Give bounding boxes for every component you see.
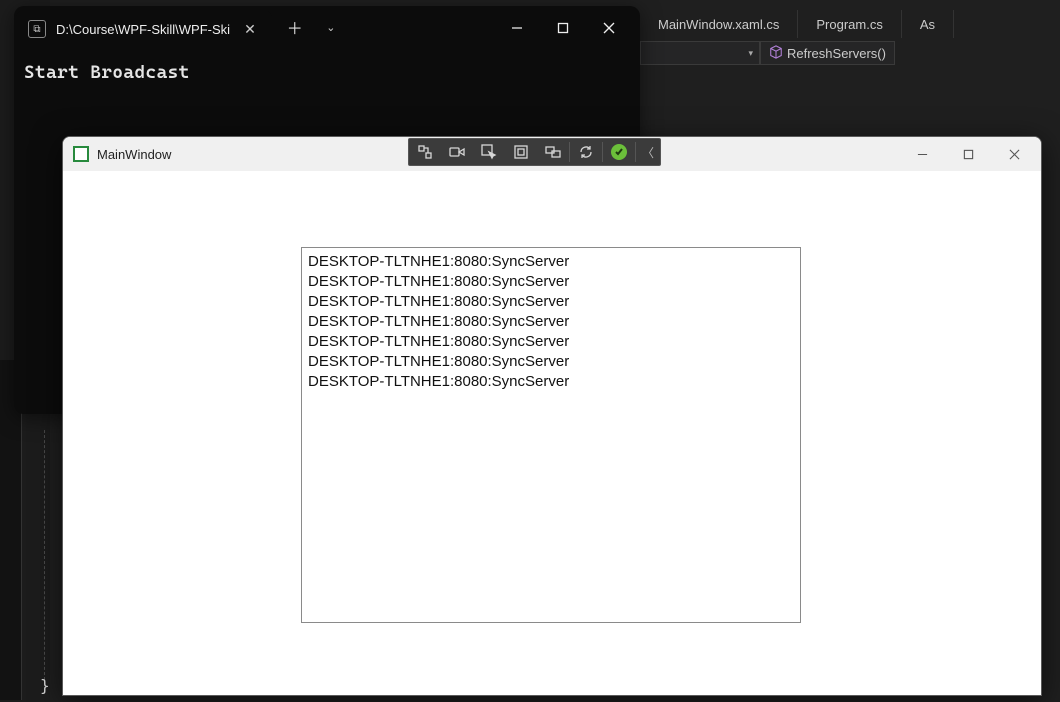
console-minimize-button[interactable] (494, 12, 540, 44)
recorder-button[interactable] (441, 139, 473, 165)
console-maximize-button[interactable] (540, 12, 586, 44)
vs-tab-assembly[interactable]: As (902, 10, 954, 38)
display-layout-button[interactable] (505, 139, 537, 165)
list-item[interactable]: DESKTOP-TLTNHE1:8080:SyncServer (308, 332, 794, 352)
console-tab-actions: ＋ ⌄ (280, 12, 346, 42)
console-output[interactable]: Start Broadcast (14, 48, 640, 97)
vs-tab-mainwindow[interactable]: MainWindow.xaml.cs (640, 10, 798, 38)
vs-scope-dropdown[interactable]: ▾ (640, 41, 760, 65)
select-element-button[interactable] (473, 139, 505, 165)
track-focus-button[interactable] (537, 139, 569, 165)
new-tab-button[interactable]: ＋ (280, 12, 310, 42)
app-minimize-button[interactable] (899, 137, 945, 171)
code-brace: } (40, 676, 50, 695)
vs-method-dropdown[interactable]: RefreshServers() (760, 41, 895, 65)
vs-debug-toolbar[interactable]: 〈 (408, 138, 661, 166)
tab-menu-button[interactable]: ⌄ (316, 12, 346, 42)
vs-tab-program[interactable]: Program.cs (798, 10, 901, 38)
vs-method-label: RefreshServers() (787, 46, 886, 61)
list-item[interactable]: DESKTOP-TLTNHE1:8080:SyncServer (308, 252, 794, 272)
console-tab-close[interactable]: ✕ (240, 19, 260, 40)
server-listbox[interactable]: DESKTOP-TLTNHE1:8080:SyncServerDESKTOP-T… (301, 247, 801, 623)
list-item[interactable]: DESKTOP-TLTNHE1:8080:SyncServer (308, 352, 794, 372)
vs-navigation-bar: ▾ RefreshServers() (640, 40, 895, 66)
list-item[interactable]: DESKTOP-TLTNHE1:8080:SyncServer (308, 372, 794, 392)
app-maximize-button[interactable] (945, 137, 991, 171)
console-tab[interactable]: ⧉ D:\Course\WPF-Skill\WPF-Ski ✕ (16, 10, 272, 48)
fold-guideline (44, 430, 45, 680)
method-icon (769, 45, 783, 62)
console-close-button[interactable] (586, 12, 632, 44)
console-window-controls (494, 12, 632, 44)
collapse-toolbar-button[interactable]: 〈 (636, 144, 660, 161)
status-ok-button[interactable] (603, 139, 635, 165)
console-tab-title: D:\Course\WPF-Skill\WPF-Ski (56, 22, 230, 37)
list-item[interactable]: DESKTOP-TLTNHE1:8080:SyncServer (308, 292, 794, 312)
app-title: MainWindow (97, 147, 171, 162)
vs-tab-row: MainWindow.xaml.cs Program.cs As (640, 10, 954, 38)
app-window: MainWindow DESKTOP-TLTNHE1:8080:SyncServ… (62, 136, 1042, 696)
hot-reload-button[interactable] (570, 139, 602, 165)
console-titlebar[interactable]: ⧉ D:\Course\WPF-Skill\WPF-Ski ✕ ＋ ⌄ (14, 6, 640, 48)
list-item[interactable]: DESKTOP-TLTNHE1:8080:SyncServer (308, 312, 794, 332)
terminal-icon: ⧉ (28, 20, 46, 38)
app-close-button[interactable] (991, 137, 1037, 171)
app-icon (73, 146, 89, 162)
live-visual-tree-button[interactable] (409, 139, 441, 165)
app-client-area: DESKTOP-TLTNHE1:8080:SyncServerDESKTOP-T… (63, 171, 1041, 695)
list-item[interactable]: DESKTOP-TLTNHE1:8080:SyncServer (308, 272, 794, 292)
check-icon (611, 144, 627, 160)
app-window-controls (899, 137, 1037, 171)
